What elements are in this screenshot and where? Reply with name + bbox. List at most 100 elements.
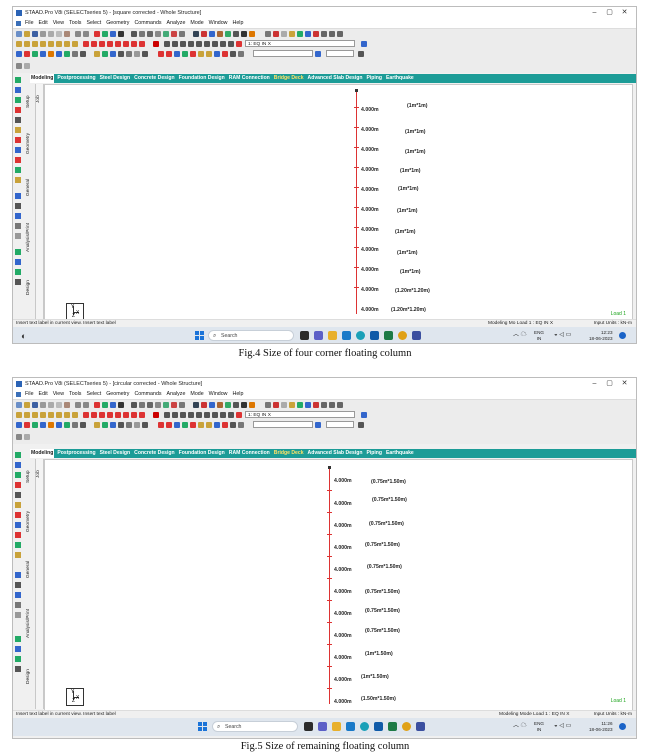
wireframe-icon[interactable] bbox=[214, 51, 220, 57]
zoom-icon[interactable] bbox=[228, 412, 234, 418]
menu-help[interactable]: Help bbox=[233, 19, 244, 28]
tab-piping[interactable]: Piping bbox=[365, 74, 383, 83]
tab-concrete-design[interactable]: Concrete Design bbox=[133, 449, 175, 458]
zoom-extents-icon[interactable] bbox=[180, 412, 186, 418]
view-front-icon[interactable] bbox=[139, 402, 145, 408]
section-icon[interactable] bbox=[174, 51, 180, 57]
select-physical-icon[interactable] bbox=[72, 41, 78, 47]
solid-icon[interactable] bbox=[217, 31, 223, 37]
tools-2-icon[interactable] bbox=[15, 259, 21, 265]
open-file-icon[interactable] bbox=[24, 31, 30, 37]
menu-geometry[interactable]: Geometry bbox=[106, 390, 129, 399]
intersect-icon[interactable] bbox=[123, 41, 129, 47]
magnifier-icon[interactable] bbox=[212, 41, 218, 47]
load-case-select[interactable]: 1: EQ IN X bbox=[245, 40, 355, 47]
zoom-dynamic-icon[interactable] bbox=[196, 41, 202, 47]
solid-cursor-icon[interactable] bbox=[15, 472, 21, 478]
tab-steel-design[interactable]: Steel Design bbox=[99, 74, 132, 83]
file-explorer-icon[interactable] bbox=[328, 331, 337, 340]
label-loads-icon[interactable] bbox=[134, 422, 140, 428]
supports-icon[interactable] bbox=[305, 31, 311, 37]
tools-1-icon[interactable] bbox=[15, 249, 21, 255]
fill-icon[interactable] bbox=[182, 51, 188, 57]
minimize-button[interactable]: – bbox=[587, 378, 602, 390]
stop-icon[interactable] bbox=[153, 41, 159, 47]
dimetric-icon[interactable] bbox=[64, 422, 70, 428]
tab-piping[interactable]: Piping bbox=[365, 449, 383, 458]
split-icon[interactable] bbox=[139, 412, 145, 418]
intersect-icon[interactable] bbox=[123, 412, 129, 418]
windows-start-icon[interactable] bbox=[195, 331, 204, 340]
label-plates-icon[interactable] bbox=[110, 51, 116, 57]
label-dimension-icon[interactable] bbox=[126, 51, 132, 57]
tab-steel-design[interactable]: Steel Design bbox=[99, 449, 132, 458]
beam-cursor-icon[interactable] bbox=[15, 452, 21, 458]
select-plates-icon[interactable] bbox=[32, 41, 38, 47]
display-icon[interactable] bbox=[220, 41, 226, 47]
tools-4-icon[interactable] bbox=[15, 666, 21, 672]
spinner-icon[interactable] bbox=[358, 51, 364, 57]
side-tab-setup[interactable]: Setup bbox=[26, 461, 35, 493]
view-side-icon[interactable] bbox=[155, 402, 161, 408]
display-select[interactable] bbox=[253, 50, 313, 57]
view-top-icon[interactable] bbox=[147, 402, 153, 408]
menu-file[interactable]: File bbox=[25, 19, 34, 28]
maximize-button[interactable]: ▢ bbox=[602, 7, 617, 19]
mirror-icon[interactable] bbox=[99, 412, 105, 418]
fill-icon[interactable] bbox=[182, 422, 188, 428]
select-physical-icon[interactable] bbox=[72, 412, 78, 418]
load-icon[interactable] bbox=[236, 412, 242, 418]
query-icon[interactable] bbox=[361, 41, 367, 47]
cut-section-icon[interactable] bbox=[190, 422, 196, 428]
label-supports-icon[interactable] bbox=[142, 51, 148, 57]
menu-tools[interactable]: Tools bbox=[69, 390, 81, 399]
chrome-icon[interactable] bbox=[398, 331, 407, 340]
cut-geometry-icon[interactable] bbox=[15, 582, 21, 588]
side-tab-general[interactable]: General bbox=[26, 168, 35, 206]
select-icon[interactable] bbox=[94, 31, 100, 37]
view-side-icon[interactable] bbox=[155, 31, 161, 37]
grid-icon[interactable] bbox=[102, 402, 108, 408]
structure-viewport[interactable]: 4.000m 4.000m 4.000m 4.000m 4.000m 4.000… bbox=[44, 84, 633, 321]
properties-icon[interactable] bbox=[289, 31, 295, 37]
tray-clock[interactable]: 12:23 18-06-2023 bbox=[589, 330, 613, 341]
side-tab-geometry[interactable]: Geometry bbox=[26, 499, 35, 543]
beam-icon[interactable] bbox=[201, 402, 207, 408]
plate-icon[interactable] bbox=[209, 31, 215, 37]
menu-file[interactable]: File bbox=[25, 390, 34, 399]
shade-icon[interactable] bbox=[206, 422, 212, 428]
snap-icon[interactable] bbox=[110, 402, 116, 408]
wifi-volume-battery-icon[interactable]: ◒ ◁ ▭ bbox=[554, 330, 571, 341]
menu-analyze[interactable]: Analyze bbox=[167, 19, 186, 28]
table-icon[interactable] bbox=[265, 402, 271, 408]
plate-icon[interactable] bbox=[209, 402, 215, 408]
window-arrange-icon[interactable] bbox=[337, 402, 343, 408]
hidden-lines-icon[interactable] bbox=[222, 422, 228, 428]
hidden-lines-icon[interactable] bbox=[222, 51, 228, 57]
dimetric-icon[interactable] bbox=[64, 51, 70, 57]
zoom-dynamic-icon[interactable] bbox=[196, 412, 202, 418]
select-nodes-icon[interactable] bbox=[16, 41, 22, 47]
move-icon[interactable] bbox=[91, 412, 97, 418]
snap-icon[interactable] bbox=[110, 31, 116, 37]
window-arrange-icon[interactable] bbox=[337, 31, 343, 37]
print-icon[interactable] bbox=[40, 402, 46, 408]
undo-icon[interactable] bbox=[75, 31, 81, 37]
menu-commands[interactable]: Commands bbox=[134, 19, 161, 28]
scale-input[interactable] bbox=[326, 50, 354, 57]
display-icon[interactable] bbox=[220, 412, 226, 418]
dimension-icon[interactable] bbox=[241, 31, 247, 37]
mesh-icon[interactable] bbox=[297, 402, 303, 408]
tab-ram-connection[interactable]: RAM Connection bbox=[228, 449, 271, 458]
loads-icon[interactable] bbox=[313, 402, 319, 408]
rotate-left-icon[interactable] bbox=[16, 51, 22, 57]
geometry-cursor-icon[interactable] bbox=[15, 502, 21, 508]
menu-tools[interactable]: Tools bbox=[69, 19, 81, 28]
menu-select[interactable]: Select bbox=[86, 390, 101, 399]
outlook-icon[interactable] bbox=[342, 331, 351, 340]
window-cascade-icon[interactable] bbox=[329, 31, 335, 37]
mirror-icon[interactable] bbox=[99, 41, 105, 47]
copy-icon[interactable] bbox=[56, 402, 62, 408]
side-tab-geometry[interactable]: Geometry bbox=[26, 122, 35, 164]
minimize-button[interactable]: – bbox=[587, 7, 602, 19]
